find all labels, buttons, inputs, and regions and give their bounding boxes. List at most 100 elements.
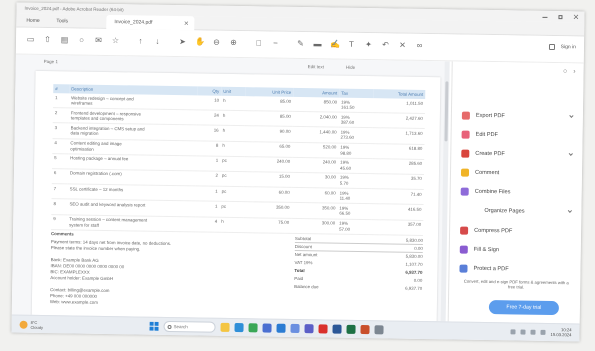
close-tab-icon[interactable] — [184, 21, 189, 26]
acrobat-icon[interactable] — [318, 324, 328, 334]
hand-icon[interactable]: ✋ — [195, 37, 205, 47]
cursor-icon[interactable]: ➤ — [178, 37, 187, 47]
pane-search-icon[interactable]: ○ — [563, 68, 567, 75]
cell-qty: 1 — [195, 201, 220, 217]
cell-no: 3 — [52, 123, 69, 139]
highlight-icon[interactable]: ▬ — [313, 39, 322, 49]
text-icon[interactable]: T — [347, 40, 356, 50]
clock[interactable]: 10:24 15.03.2024 — [550, 327, 571, 337]
cell-qty: 24 — [196, 110, 221, 126]
totals-value: 6,937.70 — [405, 269, 423, 275]
tool-protect-a-pdf[interactable]: Protect a PDF — [449, 259, 580, 280]
cell-amount: 1,440.00 — [292, 126, 339, 143]
delete-icon[interactable]: ✕ — [398, 41, 407, 51]
bookmark-icon[interactable]: ☆ — [111, 36, 120, 46]
tool-organize-pages[interactable]: Organize Pages — [450, 201, 581, 222]
cell-desc-line: templates and components — [70, 115, 124, 122]
chevron-up-icon[interactable] — [510, 328, 516, 334]
cell-price: 240.00 — [243, 156, 293, 173]
tool-combine-files[interactable]: Combine Files — [451, 182, 582, 203]
fill-sign-icon — [459, 245, 468, 254]
comment-icon[interactable]: ✎ — [296, 39, 305, 49]
cell-total: 618.80 — [372, 143, 425, 160]
tool-label: Protect a PDF — [473, 265, 509, 273]
battery-icon[interactable] — [540, 329, 546, 335]
fit-page-icon[interactable]: □ — [254, 38, 263, 48]
word-icon[interactable] — [332, 324, 342, 334]
cell-tax: 19% 161.50 — [338, 97, 374, 113]
file-explorer-icon[interactable] — [220, 322, 230, 332]
excel-icon[interactable] — [346, 324, 356, 334]
stamp-icon[interactable]: ✦ — [364, 40, 373, 50]
volume-icon[interactable] — [530, 329, 536, 335]
print-icon[interactable]: ▤ — [60, 35, 69, 45]
totals-value: 5,830.00 — [405, 237, 423, 243]
chevron-down-icon[interactable] — [568, 151, 573, 156]
store-icon[interactable] — [262, 323, 272, 333]
tool-edit-pdf[interactable]: Edit PDF — [451, 125, 582, 146]
tool-comment[interactable]: Comment — [451, 163, 582, 184]
document-viewport[interactable]: Page 1 Edit text Hide # Description Qty Uni… — [11, 54, 450, 322]
cell-desc-line: SEO audit and keyword analysis report — [69, 201, 146, 208]
cell-amount: 300.00 — [291, 217, 338, 234]
minimize-icon[interactable] — [542, 16, 548, 18]
maximize-icon[interactable] — [558, 14, 563, 19]
totals-label: Total — [294, 267, 305, 274]
save-icon[interactable]: ▭ — [26, 35, 35, 45]
pane-collapse-icon[interactable]: › — [573, 68, 575, 75]
quick-tool-hide[interactable]: Hide — [346, 65, 355, 70]
cell-total: 2,427.60 — [372, 112, 425, 129]
cell-price: 75.00 — [243, 217, 292, 234]
tool-export-pdf[interactable]: Export PDF — [452, 106, 583, 127]
windows-start-icon[interactable] — [149, 321, 159, 331]
tool-create-pdf[interactable]: Create PDF — [451, 144, 582, 165]
tool-label: Organize Pages — [484, 207, 525, 215]
page-down-icon[interactable]: ↓ — [153, 37, 162, 47]
toolbar-group: ↑ ↓ — [136, 36, 162, 46]
edge-icon[interactable] — [234, 323, 244, 333]
undo-icon[interactable]: ↶ — [381, 40, 390, 50]
cell-amount: 350.00 — [291, 202, 338, 219]
weather-widget[interactable]: 8°C Cloudy — [19, 319, 59, 332]
photos-icon[interactable] — [290, 323, 300, 334]
minus-icon[interactable]: − — [271, 39, 280, 49]
link-icon[interactable]: ∞ — [415, 41, 424, 51]
totals-value: 5,830.00 — [405, 253, 423, 259]
tab-home[interactable]: Home — [26, 14, 40, 28]
free-trial-button[interactable]: Free 7-day trial — [488, 300, 560, 316]
tool-fill-sign[interactable]: Fill & Sign — [450, 240, 581, 261]
scrollbar-thumb[interactable] — [444, 81, 449, 142]
sign-in-link[interactable]: Sign in — [561, 44, 576, 50]
mail-app-icon[interactable] — [276, 323, 286, 333]
share-icon[interactable] — [548, 43, 555, 51]
tab-document[interactable]: Invoice_2024.pdf — [106, 14, 195, 31]
cell-tax-line: 161.50 — [340, 104, 355, 110]
close-icon[interactable] — [573, 14, 579, 20]
zoom-in-icon[interactable]: ⊕ — [229, 38, 238, 48]
mail-icon[interactable]: ✉ — [94, 36, 103, 46]
chevron-down-icon[interactable] — [567, 208, 573, 213]
cell-desc-line: wireframes — [71, 100, 93, 106]
export-pdf-icon — [461, 111, 470, 120]
upload-icon[interactable]: ⇧ — [43, 35, 52, 45]
settings-icon[interactable] — [374, 325, 384, 335]
zoom-out-icon[interactable]: ⊖ — [212, 38, 221, 48]
chevron-down-icon[interactable] — [569, 113, 574, 118]
chrome-icon[interactable] — [248, 323, 258, 333]
tab-tools[interactable]: Tools — [56, 14, 68, 28]
taskbar-search-placeholder: Search — [173, 324, 188, 330]
powerpoint-icon[interactable] — [360, 325, 370, 335]
search-icon[interactable]: ○ — [77, 36, 86, 46]
tool-compress-pdf[interactable]: Compress PDF — [450, 221, 581, 242]
wifi-icon[interactable] — [520, 329, 526, 335]
cell-desc-line: Domain registration (.com) — [69, 170, 122, 177]
pen-icon[interactable]: ✍ — [330, 39, 340, 49]
page-up-icon[interactable]: ↑ — [136, 36, 145, 46]
promo-text: Convert, edit and e-sign PDF forms & agr… — [463, 278, 569, 290]
tool-label: Combine Files — [474, 188, 511, 196]
taskbar-search[interactable]: Search — [163, 320, 216, 333]
tools-pane: ○ › Export PDF Edit PDF Create PDF Comment C… — [447, 61, 584, 324]
quick-tool-edit-text[interactable]: Edit text — [308, 64, 324, 69]
teams-icon[interactable] — [304, 324, 314, 334]
cell-total: 35.70 — [371, 173, 424, 190]
